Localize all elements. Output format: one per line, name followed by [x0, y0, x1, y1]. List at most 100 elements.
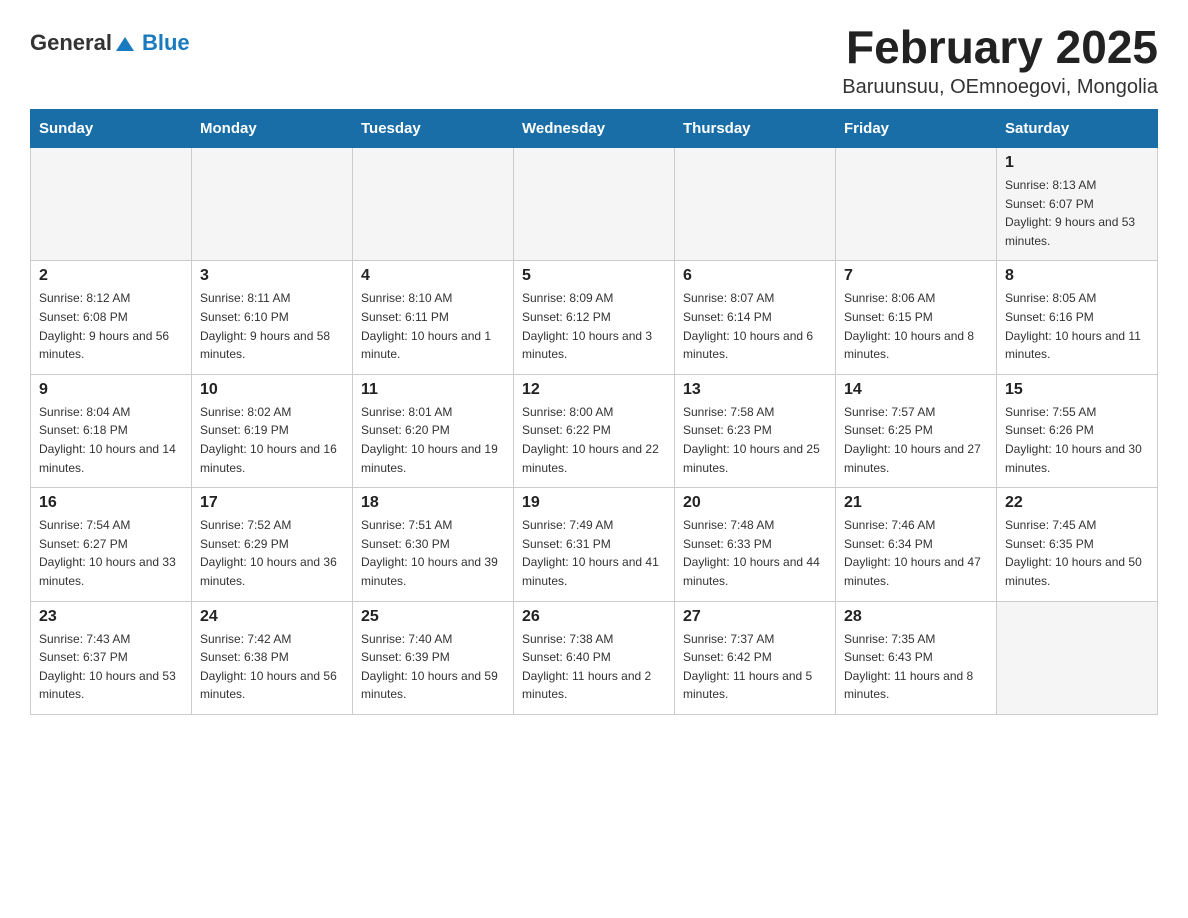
calendar-cell: 13Sunrise: 7:58 AM Sunset: 6:23 PM Dayli…: [675, 374, 836, 487]
day-info: Sunrise: 7:42 AM Sunset: 6:38 PM Dayligh…: [200, 630, 344, 704]
calendar-week-row: 23Sunrise: 7:43 AM Sunset: 6:37 PM Dayli…: [31, 601, 1158, 714]
logo-triangle-icon: [114, 33, 136, 55]
day-number: 6: [683, 267, 827, 285]
day-number: 20: [683, 494, 827, 512]
day-info: Sunrise: 7:57 AM Sunset: 6:25 PM Dayligh…: [844, 403, 988, 477]
calendar-cell: 21 Sunrise: 7:46 AM Sunset: 6:34 PM Dayli…: [836, 488, 997, 601]
calendar-header-friday: Friday: [836, 110, 997, 148]
day-info: Sunrise: 7:48 AM Sunset: 6:33 PM Dayligh…: [683, 516, 827, 590]
calendar-header-monday: Monday: [192, 110, 353, 148]
calendar-cell: 6 Sunrise: 8:07 AM Sunset: 6:14 PM Daylig…: [675, 261, 836, 374]
day-number: 8: [1005, 267, 1149, 285]
calendar-cell: 3 Sunrise: 8:11 AM Sunset: 6:10 PM Daylig…: [192, 261, 353, 374]
calendar-table: SundayMondayTuesdayWednesdayThursdayFrid…: [30, 109, 1158, 715]
day-info: Sunrise: 7:54 AM Sunset: 6:27 PM Dayligh…: [39, 516, 183, 590]
day-number: 2: [39, 267, 183, 285]
calendar-cell: [997, 601, 1158, 714]
day-info: Sunrise: 8:02 AM Sunset: 6:19 PM Dayligh…: [200, 403, 344, 477]
calendar-week-row: 16 Sunrise: 7:54 AM Sunset: 6:27 PM Dayli…: [31, 488, 1158, 601]
calendar-cell: 22 Sunrise: 7:45 AM Sunset: 6:35 PM Dayli…: [997, 488, 1158, 601]
page-header: General Blue February 2025 Baruunsuu, OE…: [30, 20, 1158, 99]
calendar-header-row: SundayMondayTuesdayWednesdayThursdayFrid…: [31, 110, 1158, 148]
title-section: February 2025 Baruunsuu, OEmnoegovi, Mon…: [842, 20, 1158, 99]
logo: General Blue: [30, 30, 190, 56]
calendar-week-row: 2 Sunrise: 8:12 AM Sunset: 6:08 PM Daylig…: [31, 261, 1158, 374]
calendar-cell: 4 Sunrise: 8:10 AM Sunset: 6:11 PM Daylig…: [353, 261, 514, 374]
day-number: 1: [1005, 154, 1149, 172]
calendar-cell: 14 Sunrise: 7:57 AM Sunset: 6:25 PM Dayli…: [836, 374, 997, 487]
day-number: 18: [361, 494, 505, 512]
location-text: Baruunsuu, OEmnoegovi, Mongolia: [842, 76, 1158, 99]
calendar-week-row: 1 Sunrise: 8:13 AM Sunset: 6:07 PM Daylig…: [31, 148, 1158, 261]
day-info: Sunrise: 7:38 AM Sunset: 6:40 PM Dayligh…: [522, 630, 666, 704]
day-number: 4: [361, 267, 505, 285]
logo-blue-text: Blue: [142, 30, 190, 55]
calendar-cell: 9 Sunrise: 8:04 AM Sunset: 6:18 PM Daylig…: [31, 374, 192, 487]
calendar-cell: 10 Sunrise: 8:02 AM Sunset: 6:19 PM Dayli…: [192, 374, 353, 487]
calendar-cell: 25Sunrise: 7:40 AM Sunset: 6:39 PM Dayli…: [353, 601, 514, 714]
day-number: 12: [522, 381, 666, 399]
day-info: Sunrise: 8:05 AM Sunset: 6:16 PM Dayligh…: [1005, 289, 1149, 363]
day-number: 28: [844, 608, 988, 626]
calendar-cell: [836, 148, 997, 261]
day-info: Sunrise: 7:43 AM Sunset: 6:37 PM Dayligh…: [39, 630, 183, 704]
day-number: 10: [200, 381, 344, 399]
calendar-cell: 1 Sunrise: 8:13 AM Sunset: 6:07 PM Daylig…: [997, 148, 1158, 261]
calendar-cell: 8 Sunrise: 8:05 AM Sunset: 6:16 PM Daylig…: [997, 261, 1158, 374]
day-number: 16: [39, 494, 183, 512]
day-number: 25: [361, 608, 505, 626]
calendar-cell: 28Sunrise: 7:35 AM Sunset: 6:43 PM Dayli…: [836, 601, 997, 714]
day-number: 14: [844, 381, 988, 399]
day-number: 13: [683, 381, 827, 399]
day-number: 19: [522, 494, 666, 512]
calendar-header-saturday: Saturday: [997, 110, 1158, 148]
day-info: Sunrise: 8:10 AM Sunset: 6:11 PM Dayligh…: [361, 289, 505, 363]
calendar-cell: 24 Sunrise: 7:42 AM Sunset: 6:38 PM Dayli…: [192, 601, 353, 714]
day-number: 11: [361, 381, 505, 399]
day-info: Sunrise: 8:13 AM Sunset: 6:07 PM Dayligh…: [1005, 176, 1149, 250]
day-info: Sunrise: 7:52 AM Sunset: 6:29 PM Dayligh…: [200, 516, 344, 590]
calendar-header-wednesday: Wednesday: [514, 110, 675, 148]
day-number: 9: [39, 381, 183, 399]
day-number: 21: [844, 494, 988, 512]
day-number: 3: [200, 267, 344, 285]
day-number: 15: [1005, 381, 1149, 399]
month-title: February 2025: [842, 20, 1158, 74]
day-info: Sunrise: 8:00 AM Sunset: 6:22 PM Dayligh…: [522, 403, 666, 477]
day-number: 17: [200, 494, 344, 512]
calendar-cell: [353, 148, 514, 261]
calendar-cell: 17 Sunrise: 7:52 AM Sunset: 6:29 PM Dayli…: [192, 488, 353, 601]
calendar-cell: 5 Sunrise: 8:09 AM Sunset: 6:12 PM Daylig…: [514, 261, 675, 374]
calendar-week-row: 9 Sunrise: 8:04 AM Sunset: 6:18 PM Daylig…: [31, 374, 1158, 487]
calendar-header-tuesday: Tuesday: [353, 110, 514, 148]
day-info: Sunrise: 7:37 AM Sunset: 6:42 PM Dayligh…: [683, 630, 827, 704]
day-number: 24: [200, 608, 344, 626]
calendar-cell: 20 Sunrise: 7:48 AM Sunset: 6:33 PM Dayli…: [675, 488, 836, 601]
calendar-cell: 11 Sunrise: 8:01 AM Sunset: 6:20 PM Dayli…: [353, 374, 514, 487]
calendar-header-thursday: Thursday: [675, 110, 836, 148]
day-number: 5: [522, 267, 666, 285]
calendar-cell: 23Sunrise: 7:43 AM Sunset: 6:37 PM Dayli…: [31, 601, 192, 714]
calendar-cell: 15 Sunrise: 7:55 AM Sunset: 6:26 PM Dayli…: [997, 374, 1158, 487]
day-info: Sunrise: 8:09 AM Sunset: 6:12 PM Dayligh…: [522, 289, 666, 363]
day-info: Sunrise: 8:06 AM Sunset: 6:15 PM Dayligh…: [844, 289, 988, 363]
calendar-cell: [514, 148, 675, 261]
day-info: Sunrise: 8:04 AM Sunset: 6:18 PM Dayligh…: [39, 403, 183, 477]
day-info: Sunrise: 8:01 AM Sunset: 6:20 PM Dayligh…: [361, 403, 505, 477]
day-info: Sunrise: 8:12 AM Sunset: 6:08 PM Dayligh…: [39, 289, 183, 363]
day-number: 27: [683, 608, 827, 626]
day-info: Sunrise: 7:45 AM Sunset: 6:35 PM Dayligh…: [1005, 516, 1149, 590]
day-info: Sunrise: 7:55 AM Sunset: 6:26 PM Dayligh…: [1005, 403, 1149, 477]
day-info: Sunrise: 7:51 AM Sunset: 6:30 PM Dayligh…: [361, 516, 505, 590]
day-info: Sunrise: 7:46 AM Sunset: 6:34 PM Dayligh…: [844, 516, 988, 590]
day-info: Sunrise: 7:49 AM Sunset: 6:31 PM Dayligh…: [522, 516, 666, 590]
day-info: Sunrise: 8:07 AM Sunset: 6:14 PM Dayligh…: [683, 289, 827, 363]
calendar-cell: 18 Sunrise: 7:51 AM Sunset: 6:30 PM Dayli…: [353, 488, 514, 601]
calendar-cell: 16 Sunrise: 7:54 AM Sunset: 6:27 PM Dayli…: [31, 488, 192, 601]
day-number: 7: [844, 267, 988, 285]
day-number: 26: [522, 608, 666, 626]
calendar-cell: 7 Sunrise: 8:06 AM Sunset: 6:15 PM Daylig…: [836, 261, 997, 374]
day-info: Sunrise: 8:11 AM Sunset: 6:10 PM Dayligh…: [200, 289, 344, 363]
day-number: 22: [1005, 494, 1149, 512]
logo-general-text: General: [30, 30, 112, 56]
